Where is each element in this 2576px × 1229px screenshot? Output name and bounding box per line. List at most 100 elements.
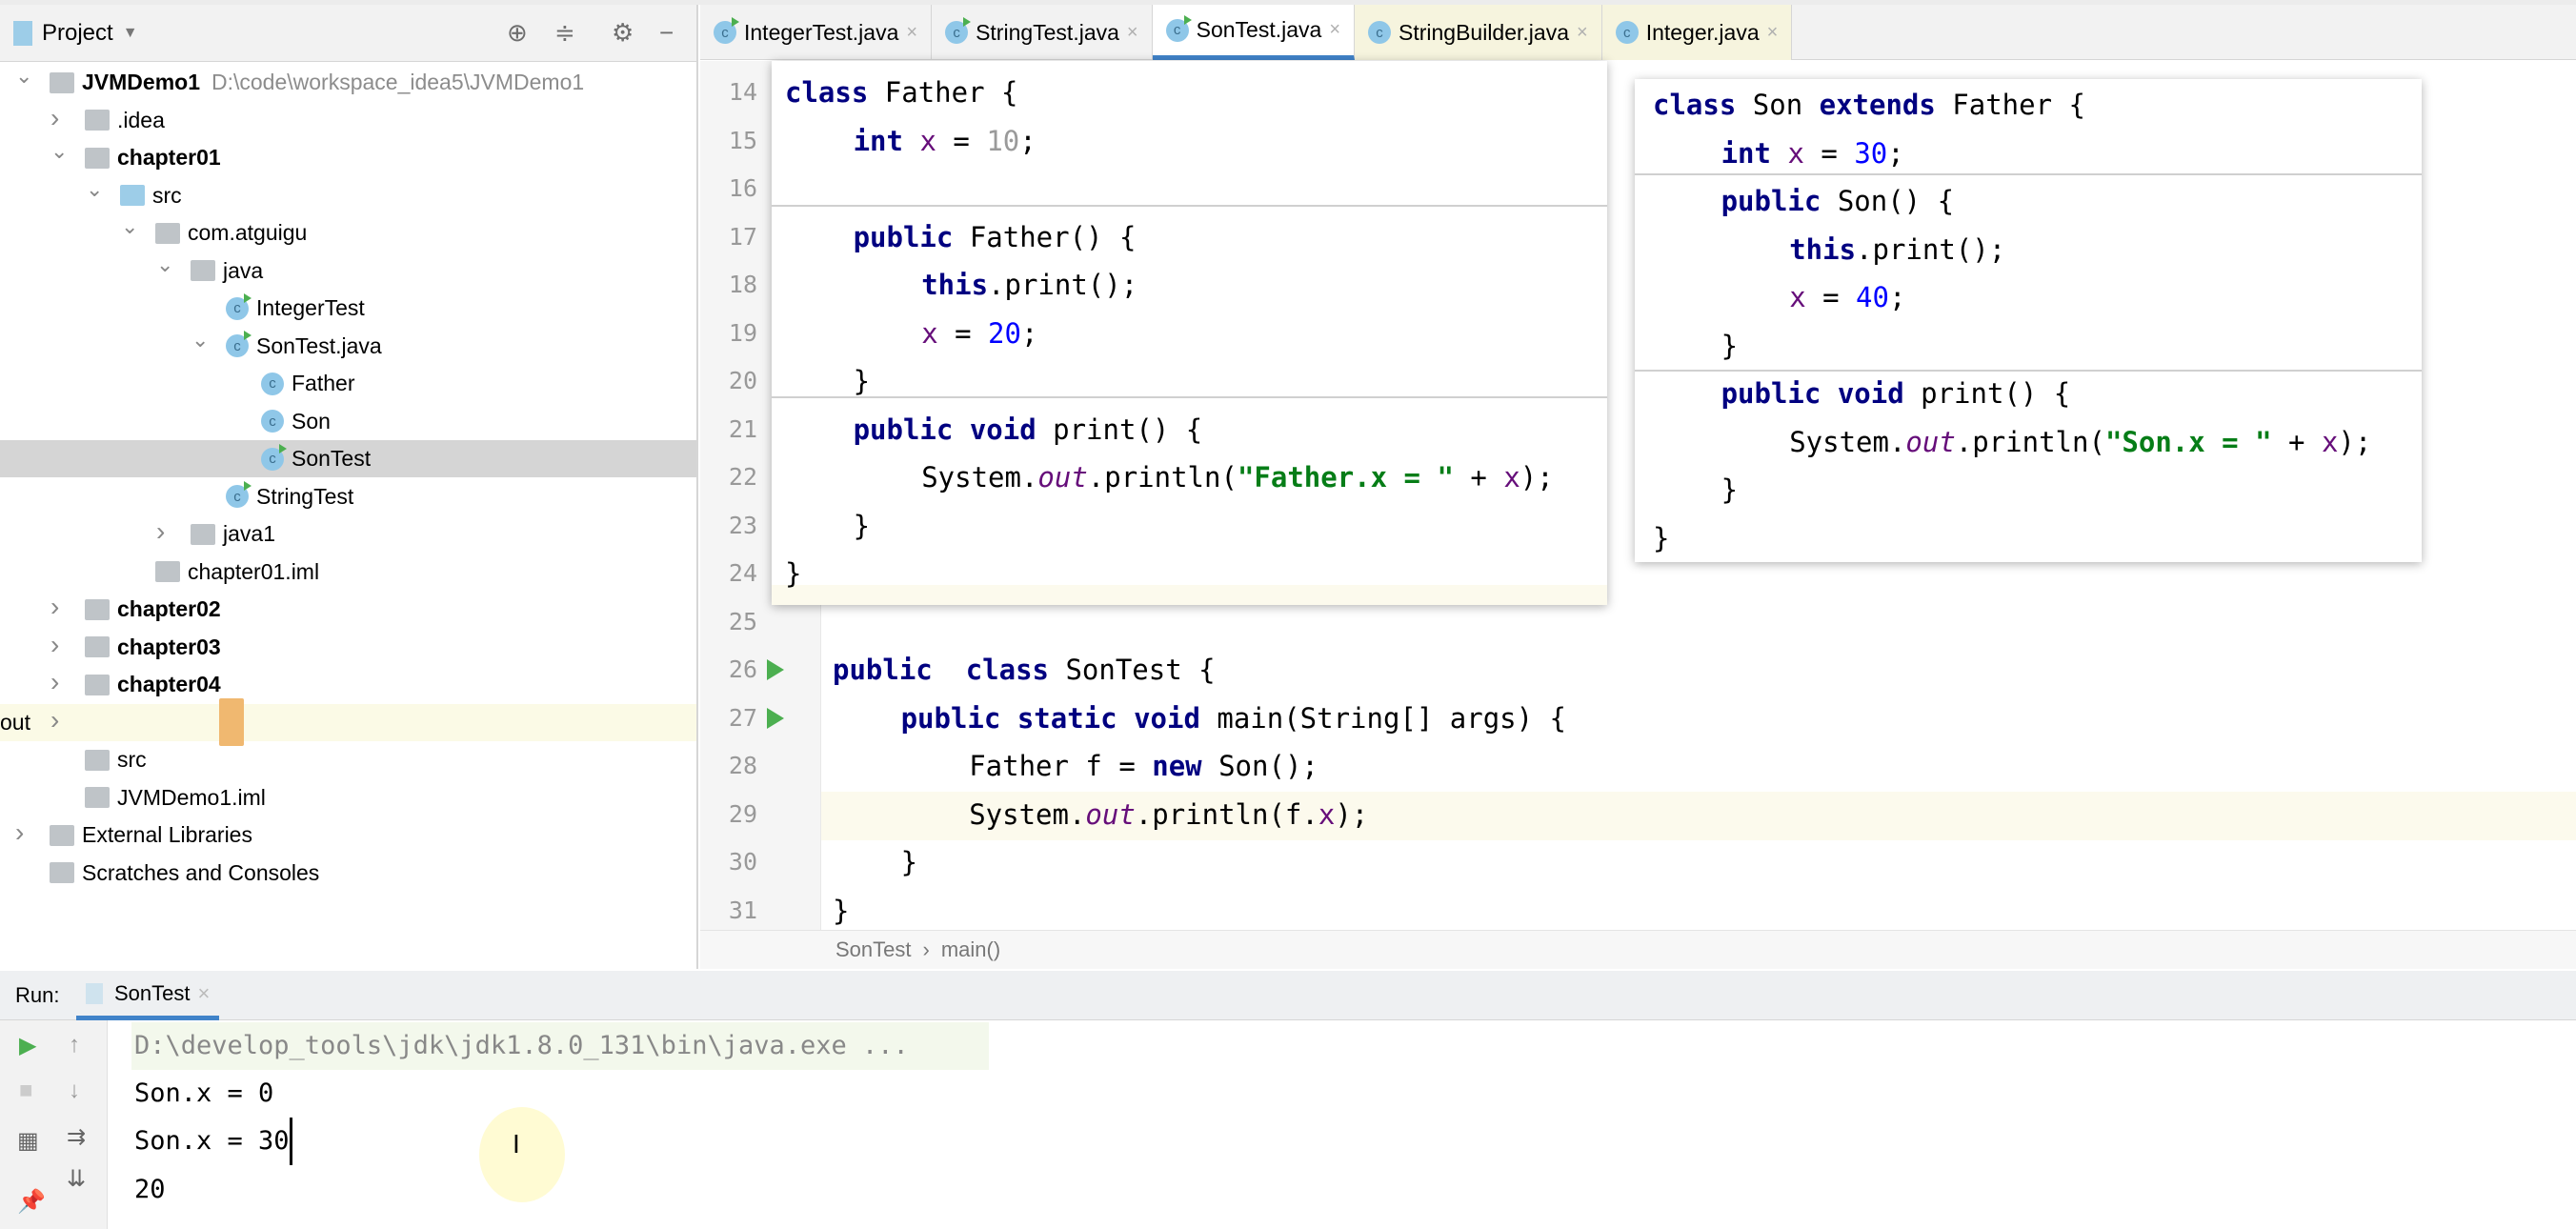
tree-item[interactable]: › chapter04 bbox=[0, 666, 696, 703]
tree-item-label: com.atguigu bbox=[188, 220, 308, 245]
tree-item[interactable]: ⌄ java bbox=[0, 252, 696, 290]
chevron-right-icon[interactable]: › bbox=[50, 592, 59, 622]
chevron-down-icon[interactable]: ⌄ bbox=[121, 214, 138, 239]
tree-item[interactable]: c IntegerTest bbox=[0, 290, 696, 327]
gear-icon[interactable]: ⚙ bbox=[612, 18, 634, 48]
chevron-down-icon[interactable]: ⌄ bbox=[191, 328, 209, 353]
line-number: 17 bbox=[728, 222, 757, 251]
mouse-highlight bbox=[479, 1107, 565, 1202]
code-token: System. bbox=[969, 797, 1086, 831]
package-icon bbox=[191, 523, 215, 545]
tab-integertest-java[interactable]: c IntegerTest.java × bbox=[700, 5, 933, 60]
iml-file-icon bbox=[155, 561, 180, 582]
code-line: System.out.println(f.x); bbox=[969, 791, 1368, 838]
locate-icon[interactable]: ⊕ bbox=[507, 18, 528, 48]
tree-item[interactable]: c Father bbox=[0, 365, 696, 402]
chevron-down-icon[interactable]: ⌄ bbox=[156, 252, 173, 277]
class-file-icon: c bbox=[1368, 21, 1391, 44]
console-output-line: 20 bbox=[134, 1175, 166, 1204]
tree-item[interactable]: c SonTest bbox=[0, 440, 696, 477]
code-line: public Son() { bbox=[1721, 177, 1954, 225]
code-token: Father() { bbox=[953, 220, 1137, 253]
code-token: print() { bbox=[1903, 377, 2071, 410]
tree-item[interactable]: c StringTest bbox=[0, 478, 696, 515]
code-token: SonTest { bbox=[1049, 654, 1216, 686]
code-line: public static void main(String[] args) { bbox=[901, 695, 1566, 742]
code-token: 10 bbox=[986, 124, 1020, 157]
collapse-all-icon[interactable]: ≑ bbox=[554, 18, 575, 48]
rerun-icon[interactable]: ▶ bbox=[19, 1032, 36, 1059]
chevron-down-icon[interactable]: ⌄ bbox=[86, 177, 103, 202]
code-token: = bbox=[937, 316, 989, 350]
tree-item[interactable]: ⌄ chapter01 bbox=[0, 139, 696, 176]
library-icon bbox=[50, 824, 74, 846]
chevron-right-icon[interactable]: › bbox=[15, 817, 24, 848]
close-icon[interactable]: × bbox=[1767, 22, 1779, 44]
scroll-to-end-icon[interactable]: ⇊ bbox=[67, 1165, 86, 1193]
chevron-down-icon[interactable]: ⌄ bbox=[50, 139, 68, 164]
soft-wrap-icon[interactable]: ⇉ bbox=[67, 1123, 86, 1151]
chevron-right-icon[interactable]: › bbox=[50, 630, 59, 660]
close-icon[interactable]: × bbox=[906, 22, 917, 44]
tree-item[interactable]: ⌄ src bbox=[0, 177, 696, 214]
folder-icon bbox=[85, 110, 110, 131]
close-icon[interactable]: × bbox=[1329, 19, 1340, 41]
tab-integer-java[interactable]: c Integer.java × bbox=[1601, 5, 1793, 60]
code-line: } bbox=[1721, 466, 1738, 514]
tree-item[interactable]: src bbox=[0, 741, 696, 778]
tree-item[interactable]: › chapter03 bbox=[0, 629, 696, 666]
tree-item-label: java bbox=[223, 257, 264, 283]
breadcrumb-class[interactable]: SonTest bbox=[835, 937, 912, 962]
chevron-right-icon[interactable]: › bbox=[50, 103, 59, 133]
tab-stringbuilder-java[interactable]: c StringBuilder.java × bbox=[1355, 5, 1602, 60]
down-arrow-icon[interactable]: ↓ bbox=[69, 1078, 80, 1104]
code-token: x bbox=[2321, 425, 2339, 458]
chevron-right-icon[interactable]: › bbox=[156, 516, 165, 547]
tree-item[interactable]: › out bbox=[0, 698, 696, 746]
tree-item[interactable]: › .idea bbox=[0, 102, 696, 139]
tree-item[interactable]: chapter01.iml bbox=[0, 554, 696, 591]
chevron-right-icon[interactable]: › bbox=[50, 705, 59, 735]
pin-icon[interactable]: 📌 bbox=[17, 1188, 46, 1216]
run-gutter-icon[interactable] bbox=[767, 707, 784, 729]
close-icon[interactable]: × bbox=[198, 981, 211, 1006]
code-token: Father { bbox=[868, 76, 1018, 109]
run-gutter-icon[interactable] bbox=[767, 659, 784, 680]
project-view-title[interactable]: Project bbox=[42, 20, 113, 47]
tree-item[interactable]: ⌄ com.atguigu bbox=[0, 214, 696, 252]
tab-stringtest-java[interactable]: c StringTest.java × bbox=[932, 5, 1153, 60]
code-line: } bbox=[854, 357, 870, 405]
tree-item[interactable]: Scratches and Consoles bbox=[0, 855, 696, 892]
code-token: void bbox=[969, 413, 1036, 446]
stop-icon[interactable]: ■ bbox=[19, 1078, 33, 1104]
chevron-down-icon[interactable]: ▼ bbox=[123, 25, 138, 42]
run-tab-sontest[interactable]: SonTest × bbox=[76, 971, 220, 1020]
tree-item[interactable]: JVMDemo1.iml bbox=[0, 779, 696, 816]
breadcrumb-method[interactable]: main() bbox=[941, 937, 1000, 962]
tree-item[interactable]: c Son bbox=[0, 403, 696, 440]
code-line: public void print() { bbox=[854, 406, 1203, 453]
line-number: 22 bbox=[728, 463, 757, 491]
tree-item[interactable]: › java1 bbox=[0, 515, 696, 553]
chevron-down-icon[interactable]: ⌄ bbox=[15, 64, 32, 89]
close-icon[interactable]: × bbox=[1577, 22, 1588, 44]
hide-icon[interactable]: − bbox=[659, 18, 674, 48]
code-line: public Father() { bbox=[854, 213, 1137, 261]
tree-item-label: Son bbox=[292, 408, 331, 433]
close-icon[interactable]: × bbox=[1127, 22, 1138, 44]
code-token: public bbox=[833, 654, 933, 686]
tree-item-label: SonTest bbox=[292, 446, 372, 471]
up-arrow-icon[interactable]: ↑ bbox=[69, 1032, 80, 1058]
class-file-icon: c bbox=[1165, 14, 1192, 42]
code-token: Son() { bbox=[1821, 185, 1955, 217]
console-output-line: Son.x = 0 bbox=[134, 1078, 274, 1108]
tree-item[interactable]: › External Libraries bbox=[0, 816, 696, 854]
tree-item[interactable]: ⌄ JVMDemo1 D:\code\workspace_idea5\JVMDemo… bbox=[0, 64, 696, 101]
line-number: 15 bbox=[728, 126, 757, 154]
tree-item[interactable]: ⌄ c SonTest.java bbox=[0, 328, 696, 365]
tree-item[interactable]: › chapter02 bbox=[0, 591, 696, 628]
chevron-right-icon[interactable]: › bbox=[50, 667, 59, 697]
code-token: = bbox=[1805, 281, 1857, 313]
tab-sontest-java[interactable]: c SonTest.java × bbox=[1152, 5, 1355, 60]
layout-icon[interactable]: ▦ bbox=[17, 1127, 39, 1155]
